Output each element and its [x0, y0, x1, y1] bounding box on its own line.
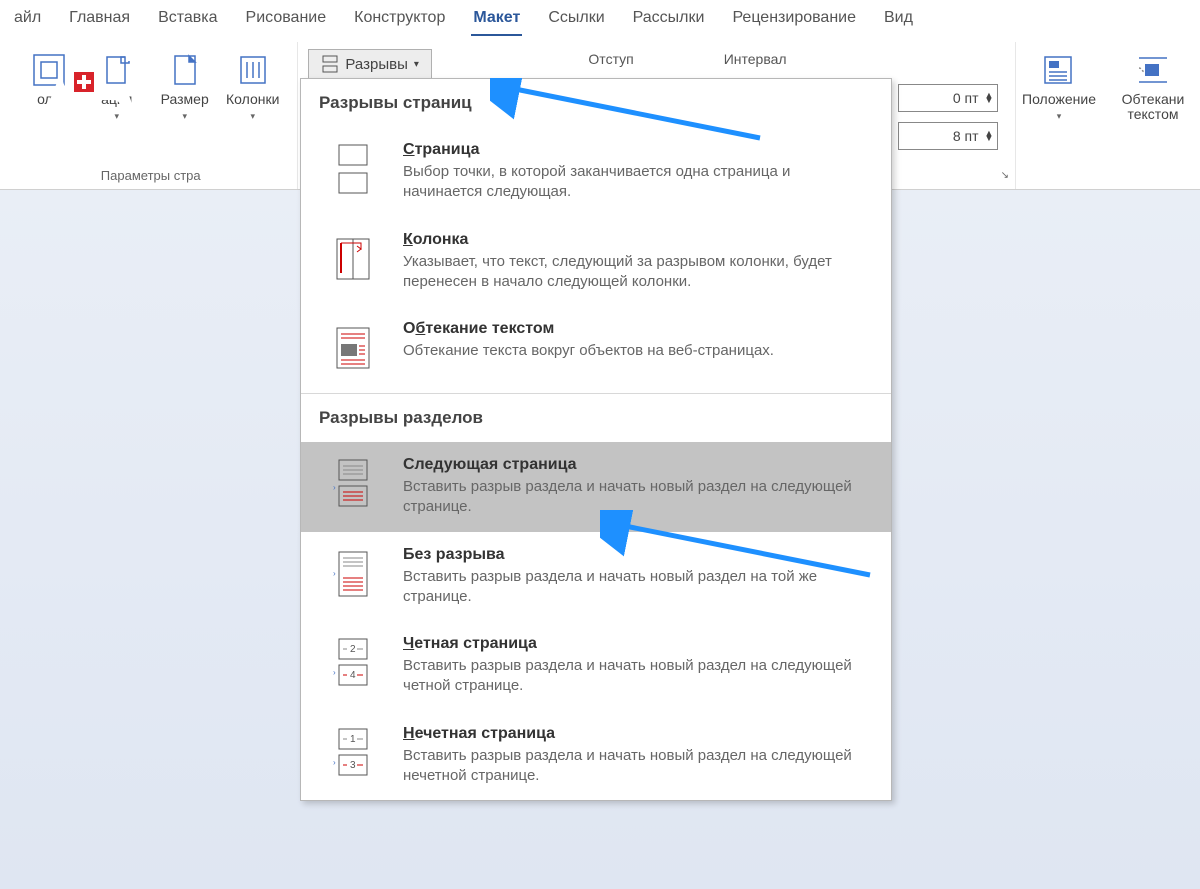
section-breaks-header: Разрывы разделов — [301, 394, 891, 442]
break-page[interactable]: Страница Выбор точки, в которой заканчив… — [301, 127, 891, 217]
svg-text:›: › — [333, 758, 336, 767]
section-break-continuous-title: Без разрыва — [403, 546, 871, 564]
tab-design[interactable]: Конструктор — [340, 1, 459, 35]
section-break-continuous-desc: Вставить разрыв раздела и начать новый р… — [403, 567, 871, 608]
spacing-after-value: 8 пт — [953, 128, 979, 144]
chevron-down-icon: ▾ — [250, 111, 255, 122]
svg-text:›: › — [333, 668, 336, 677]
section-break-next-page[interactable]: › Следующая страница Вставить разрыв раз… — [301, 442, 891, 532]
spinner-arrows[interactable]: ▲▼ — [985, 131, 994, 141]
break-page-icon — [325, 141, 381, 200]
tab-mailings[interactable]: Рассылки — [619, 1, 719, 35]
svg-text:2: 2 — [350, 644, 356, 655]
indent-label: Отступ — [588, 51, 633, 67]
tab-draw[interactable]: Рисование — [232, 1, 341, 35]
watermark-logo — [30, 76, 140, 159]
tab-layout[interactable]: Макет — [459, 1, 534, 35]
group-arrange: Положение ▾ Обтекани текстом — [1016, 42, 1196, 189]
svg-text:4: 4 — [350, 670, 356, 681]
section-break-odd-page[interactable]: 1 › 3 Нечетная страница Вставить разрыв ра… — [301, 711, 891, 801]
columns-button[interactable]: Колонки ▾ — [226, 46, 280, 122]
spinner-arrows[interactable]: ▲▼ — [985, 93, 994, 103]
section-break-continuous-icon: › — [325, 546, 381, 605]
section-break-even-page-desc: Вставить разрыв раздела и начать новый р… — [403, 656, 871, 697]
section-break-even-page-icon: 2 › 4 — [325, 635, 381, 694]
section-break-next-page-icon: › — [325, 456, 381, 515]
tab-review[interactable]: Рецензирование — [718, 1, 870, 35]
spacing-after-input[interactable]: 8 пт ▲▼ — [898, 122, 998, 150]
ribbon-tabs: айл Главная Вставка Рисование Конструкто… — [0, 0, 1200, 36]
section-break-even-page-title: Четная страница — [403, 635, 871, 653]
tab-view[interactable]: Вид — [870, 1, 927, 35]
page-break-icon — [321, 55, 339, 73]
chevron-down-icon: ▾ — [182, 111, 187, 122]
chevron-down-icon: ▾ — [414, 59, 419, 70]
svg-text:1: 1 — [350, 734, 356, 745]
section-break-odd-page-title: Нечетная страница — [403, 725, 871, 743]
break-page-title: Страница — [403, 141, 871, 159]
tab-insert[interactable]: Вставка — [144, 1, 231, 35]
wrap-text-label: Обтекани текстом — [1122, 92, 1185, 123]
section-break-odd-page-desc: Вставить разрыв раздела и начать новый р… — [403, 746, 871, 787]
position-label: Положение — [1022, 92, 1096, 107]
spacing-before-value: 0 пт — [953, 90, 979, 106]
columns-label: Колонки — [226, 92, 279, 107]
group-page-setup-caption: Параметры стра — [4, 168, 297, 183]
size-button[interactable]: Размер ▾ — [158, 46, 212, 122]
svg-text:3: 3 — [350, 760, 356, 771]
spacing-label: Интервал — [724, 51, 787, 67]
breaks-dropdown: Разрывы страниц Страница Выбор точки, в … — [300, 78, 892, 801]
size-label: Размер — [161, 92, 209, 107]
break-text-wrapping-icon — [325, 320, 381, 379]
tab-file[interactable]: айл — [0, 1, 55, 35]
dialog-launcher-icon[interactable]: ↘ — [999, 168, 1011, 183]
section-break-next-page-desc: Вставить разрыв раздела и начать новый р… — [403, 477, 871, 518]
page-breaks-header: Разрывы страниц — [301, 79, 891, 127]
section-break-odd-page-icon: 1 › 3 — [325, 725, 381, 784]
section-break-continuous[interactable]: › Без разрыва Вставить разрыв раздела и … — [301, 532, 891, 622]
svg-text:›: › — [333, 483, 336, 492]
break-text-wrapping[interactable]: Обтекание текстом Обтекание текста вокру… — [301, 306, 891, 393]
tab-home[interactable]: Главная — [55, 1, 144, 35]
break-text-wrapping-desc: Обтекание текста вокруг объектов на веб-… — [403, 341, 871, 361]
breaks-label: Разрывы — [345, 56, 407, 73]
section-break-even-page[interactable]: 2 › 4 Четная страница Вставить разрыв разд… — [301, 621, 891, 711]
position-button[interactable]: Положение ▾ — [1019, 46, 1099, 123]
break-column-icon — [325, 231, 381, 290]
break-text-wrapping-title: Обтекание текстом — [403, 320, 871, 338]
chevron-down-icon: ▾ — [1057, 111, 1062, 122]
svg-text:›: › — [333, 569, 336, 578]
spacing-before-input[interactable]: 0 пт ▲▼ — [898, 84, 998, 112]
tab-references[interactable]: Ссылки — [534, 1, 618, 35]
break-column-title: Колонка — [403, 231, 871, 249]
break-page-desc: Выбор точки, в которой заканчивается одн… — [403, 162, 871, 203]
section-break-next-page-title: Следующая страница — [403, 456, 871, 474]
breaks-button[interactable]: Разрывы ▾ — [308, 49, 431, 79]
break-column[interactable]: Колонка Указывает, что текст, следующий … — [301, 217, 891, 307]
wrap-text-button[interactable]: Обтекани текстом — [1113, 46, 1193, 123]
swiss-cross-icon — [74, 72, 94, 92]
break-column-desc: Указывает, что текст, следующий за разры… — [403, 252, 871, 293]
